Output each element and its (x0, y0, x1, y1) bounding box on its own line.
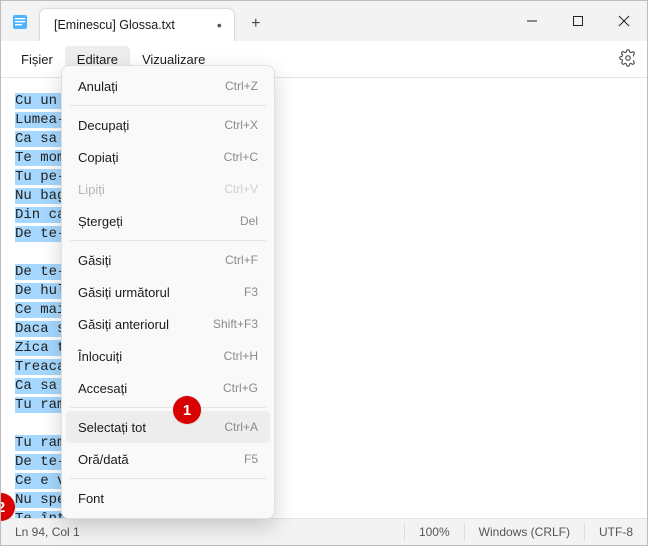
menu-item-anula-i[interactable]: AnulațiCtrl+Z (66, 70, 270, 102)
menu-fișier[interactable]: Fișier (9, 46, 65, 73)
window-controls (509, 1, 647, 41)
maximize-button[interactable] (555, 1, 601, 41)
settings-button[interactable] (619, 49, 637, 70)
status-position: Ln 94, Col 1 (1, 525, 94, 539)
menu-item-lipi-i: LipițiCtrl+V (66, 173, 270, 205)
menu-item-decupa-i[interactable]: DecupațiCtrl+X (66, 109, 270, 141)
status-zoom[interactable]: 100% (405, 525, 464, 539)
menu-item--terge-i[interactable]: ȘtergețiDel (66, 205, 270, 237)
menu-item-g-si-i-anteriorul[interactable]: Găsiți anteriorulShift+F3 (66, 308, 270, 340)
status-line-ending[interactable]: Windows (CRLF) (465, 525, 584, 539)
edit-menu-dropdown: AnulațiCtrl+Z DecupațiCtrl+XCopiațiCtrl+C… (61, 65, 275, 519)
status-bar: Ln 94, Col 1 100% Windows (CRLF) UTF-8 (1, 518, 647, 545)
menu-item-accesa-i[interactable]: AccesațiCtrl+G (66, 372, 270, 404)
menu-item-g-si-i[interactable]: GăsițiCtrl+F (66, 244, 270, 276)
callout-badge-1: 1 (173, 396, 201, 424)
tab-modified-indicator: • (215, 17, 224, 33)
menu-item-g-si-i-urm-torul[interactable]: Găsiți următorulF3 (66, 276, 270, 308)
status-encoding[interactable]: UTF-8 (585, 525, 647, 539)
title-bar: [Eminescu] Glossa.txt • + (1, 1, 647, 41)
menu-item-selecta-i-tot[interactable]: Selectați totCtrl+A (66, 411, 270, 443)
menu-item--nlocui-i[interactable]: ÎnlocuițiCtrl+H (66, 340, 270, 372)
minimize-button[interactable] (509, 1, 555, 41)
tab-title: [Eminescu] Glossa.txt (54, 18, 175, 32)
menu-item-font[interactable]: Font (66, 482, 270, 514)
menu-item-or-dat-[interactable]: Oră/datăF5 (66, 443, 270, 475)
notepad-icon (11, 13, 29, 31)
menu-item-copia-i[interactable]: CopiațiCtrl+C (66, 141, 270, 173)
new-tab-button[interactable]: + (241, 9, 271, 39)
tab[interactable]: [Eminescu] Glossa.txt • (39, 8, 235, 41)
app-window: [Eminescu] Glossa.txt • + FișierEditareV… (0, 0, 648, 546)
close-button[interactable] (601, 1, 647, 41)
